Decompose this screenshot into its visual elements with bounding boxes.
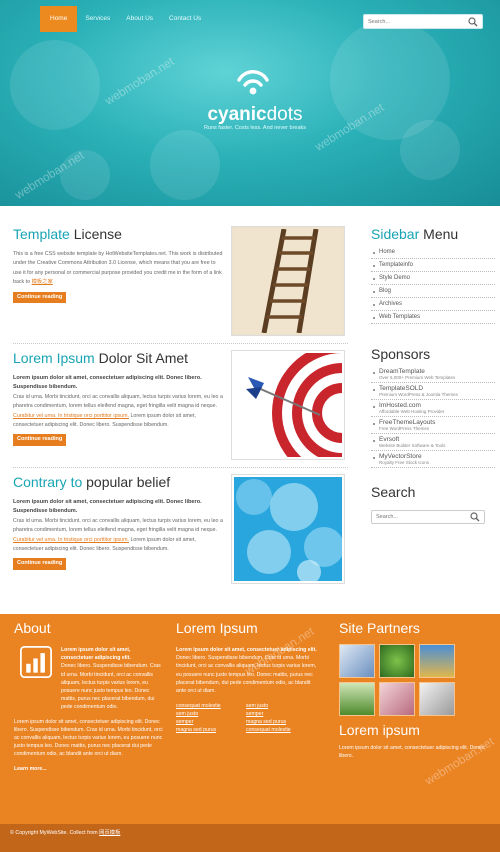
copyright-link[interactable]: 网页模板 bbox=[99, 830, 120, 836]
footer-partners-title: Site Partners bbox=[339, 620, 420, 636]
article-lead: Lorem ipsum dolor sit amet, consectetuer… bbox=[13, 375, 202, 391]
search-icon[interactable] bbox=[470, 512, 480, 522]
footer-link[interactable]: sem justo bbox=[176, 711, 246, 717]
article-contrary: Contrary to popular belief Lorem ipsum d… bbox=[13, 474, 348, 592]
footer-about-body-2: Lorem ipsum dolor sit amet, consectetuer… bbox=[14, 718, 163, 758]
header-search bbox=[363, 14, 483, 29]
sponsors-title: Sponsors bbox=[371, 346, 431, 362]
article-lorem-ipsum: Lorem Ipsum Dolor Sit Amet Lorem ipsum d… bbox=[13, 350, 348, 468]
footer-ipsum-lead: Lorem ipsum dolor sit amet, consectetuer… bbox=[176, 647, 317, 653]
partner-logo[interactable] bbox=[379, 682, 415, 716]
footer-partners: Site Partners Lorem ipsum Lorem ipsum do… bbox=[339, 620, 489, 760]
sidebar: Sidebar Menu Home Templateinfo Style Dem… bbox=[371, 226, 495, 524]
footer-link[interactable]: semper bbox=[246, 711, 316, 717]
sidebar-search bbox=[371, 510, 485, 524]
sidebar-search-input[interactable] bbox=[372, 514, 472, 520]
search-input[interactable] bbox=[364, 18, 464, 25]
learn-more-link[interactable]: Learn more... bbox=[14, 765, 164, 773]
sponsor-item[interactable]: DreamTemplate Over 6,000+ Premium Web Tem… bbox=[371, 366, 495, 383]
sidebar-item-web-templates[interactable]: Web Templates bbox=[371, 311, 495, 324]
partner-logo[interactable] bbox=[419, 682, 455, 716]
sidebar-item-home[interactable]: Home bbox=[371, 246, 495, 259]
wifi-logo-icon bbox=[237, 70, 269, 95]
copyright-text: © Copyright MyWebSite. Collect from bbox=[10, 830, 100, 836]
footer-about: About Lorem ipsum dolor sit amet, consec… bbox=[14, 620, 164, 773]
sidebar-item-style-demo[interactable]: Style Demo bbox=[371, 272, 495, 285]
chart-icon bbox=[20, 646, 52, 678]
sidebar-menu-title: Sidebar Menu bbox=[371, 226, 459, 242]
footer-ipsum2-title: Lorem ipsum bbox=[339, 722, 420, 738]
article-body: Cras id urna. Morbi tincidunt, orci ac c… bbox=[13, 517, 223, 534]
header-banner: webmoban.net webmoban.net webmoban.net H… bbox=[0, 0, 500, 206]
main-content: Template License This is a free CSS webs… bbox=[13, 226, 348, 598]
footer-links: consequat molestie sem justo sem justo s… bbox=[176, 703, 321, 733]
bubbles-image bbox=[231, 474, 345, 584]
footer-link[interactable]: consequat molestie bbox=[246, 727, 316, 733]
article-text: This is a free CSS website template by H… bbox=[13, 250, 223, 304]
partner-logo[interactable] bbox=[339, 644, 375, 678]
sponsor-item[interactable]: ImHosted.com Affordable Web Hosting Provi… bbox=[371, 400, 495, 417]
footer-link[interactable]: semper bbox=[176, 719, 246, 725]
partner-logo[interactable] bbox=[379, 644, 415, 678]
article-text: Lorem ipsum dolor sit amet, consectetuer… bbox=[13, 374, 223, 446]
continue-reading-button[interactable]: Continue reading bbox=[13, 291, 67, 304]
continue-reading-button[interactable]: Continue reading bbox=[13, 434, 67, 446]
article-body: Cras id urna. Morbi tincidunt, orci ac c… bbox=[13, 393, 223, 410]
ladder-image bbox=[231, 226, 345, 336]
nav-contact[interactable]: Contact Us bbox=[161, 6, 209, 32]
search-icon[interactable] bbox=[468, 17, 478, 27]
sponsor-item[interactable]: Evrsoft Website Builder Software & Tools bbox=[371, 434, 495, 451]
footer-link[interactable]: magna sed purus bbox=[176, 727, 246, 733]
main-nav: Home Services About Us Contact Us bbox=[40, 6, 209, 32]
logo-light: dots bbox=[266, 104, 303, 125]
watermark: webmoban.net bbox=[102, 54, 177, 108]
sponsors-list: DreamTemplate Over 6,000+ Premium Web Tem… bbox=[371, 366, 495, 468]
article-template-license: Template License This is a free CSS webs… bbox=[13, 226, 348, 344]
footer-link[interactable]: consequat molestie bbox=[176, 703, 246, 709]
article-link[interactable]: Curabitur vel urna. In tristique orci po… bbox=[13, 537, 129, 543]
article-lead: Lorem ipsum dolor sit amet, consectetuer… bbox=[13, 499, 202, 515]
site-tagline: Runs faster. Costs less. And never break… bbox=[203, 125, 307, 131]
sponsor-item[interactable]: MyVectorStore Royalty Free Stock Icons bbox=[371, 451, 495, 468]
partner-logo[interactable] bbox=[419, 644, 455, 678]
nav-services[interactable]: Services bbox=[77, 6, 118, 32]
footer-link[interactable]: magna sed purus bbox=[246, 719, 316, 725]
footer: About Lorem ipsum dolor sit amet, consec… bbox=[0, 614, 500, 824]
site-logo[interactable]: cyanicdots bbox=[190, 104, 320, 126]
sponsor-item[interactable]: FreeThemeLayouts Free WordPress Themes bbox=[371, 417, 495, 434]
article-text: Lorem ipsum dolor sit amet, consectetuer… bbox=[13, 498, 223, 570]
logo-bold: cyanic bbox=[207, 104, 267, 125]
dartboard-image bbox=[231, 350, 345, 460]
nav-about[interactable]: About Us bbox=[118, 6, 161, 32]
footer-link[interactable]: sem justo bbox=[246, 703, 316, 709]
sidebar-item-blog[interactable]: Blog bbox=[371, 285, 495, 298]
sidebar-item-templateinfo[interactable]: Templateinfo bbox=[371, 259, 495, 272]
sponsor-item[interactable]: TemplateSOLD Premium WordPress & Joomla T… bbox=[371, 383, 495, 400]
article-link[interactable]: Curabitur vel urna. In tristique orci po… bbox=[13, 413, 129, 419]
sidebar-item-archives[interactable]: Archives bbox=[371, 298, 495, 311]
copyright-bar: © Copyright MyWebSite. Collect from 网页模板 bbox=[0, 824, 500, 852]
partner-grid bbox=[339, 644, 489, 716]
partner-logo[interactable] bbox=[339, 682, 375, 716]
continue-reading-button[interactable]: Continue reading bbox=[13, 558, 67, 570]
sidebar-menu: Home Templateinfo Style Demo Blog Archiv… bbox=[371, 246, 495, 324]
search-title: Search bbox=[371, 484, 416, 500]
footer-about-title: About bbox=[14, 620, 51, 636]
credit-link[interactable]: 模板之家 bbox=[32, 279, 53, 285]
nav-home[interactable]: Home bbox=[40, 6, 78, 32]
